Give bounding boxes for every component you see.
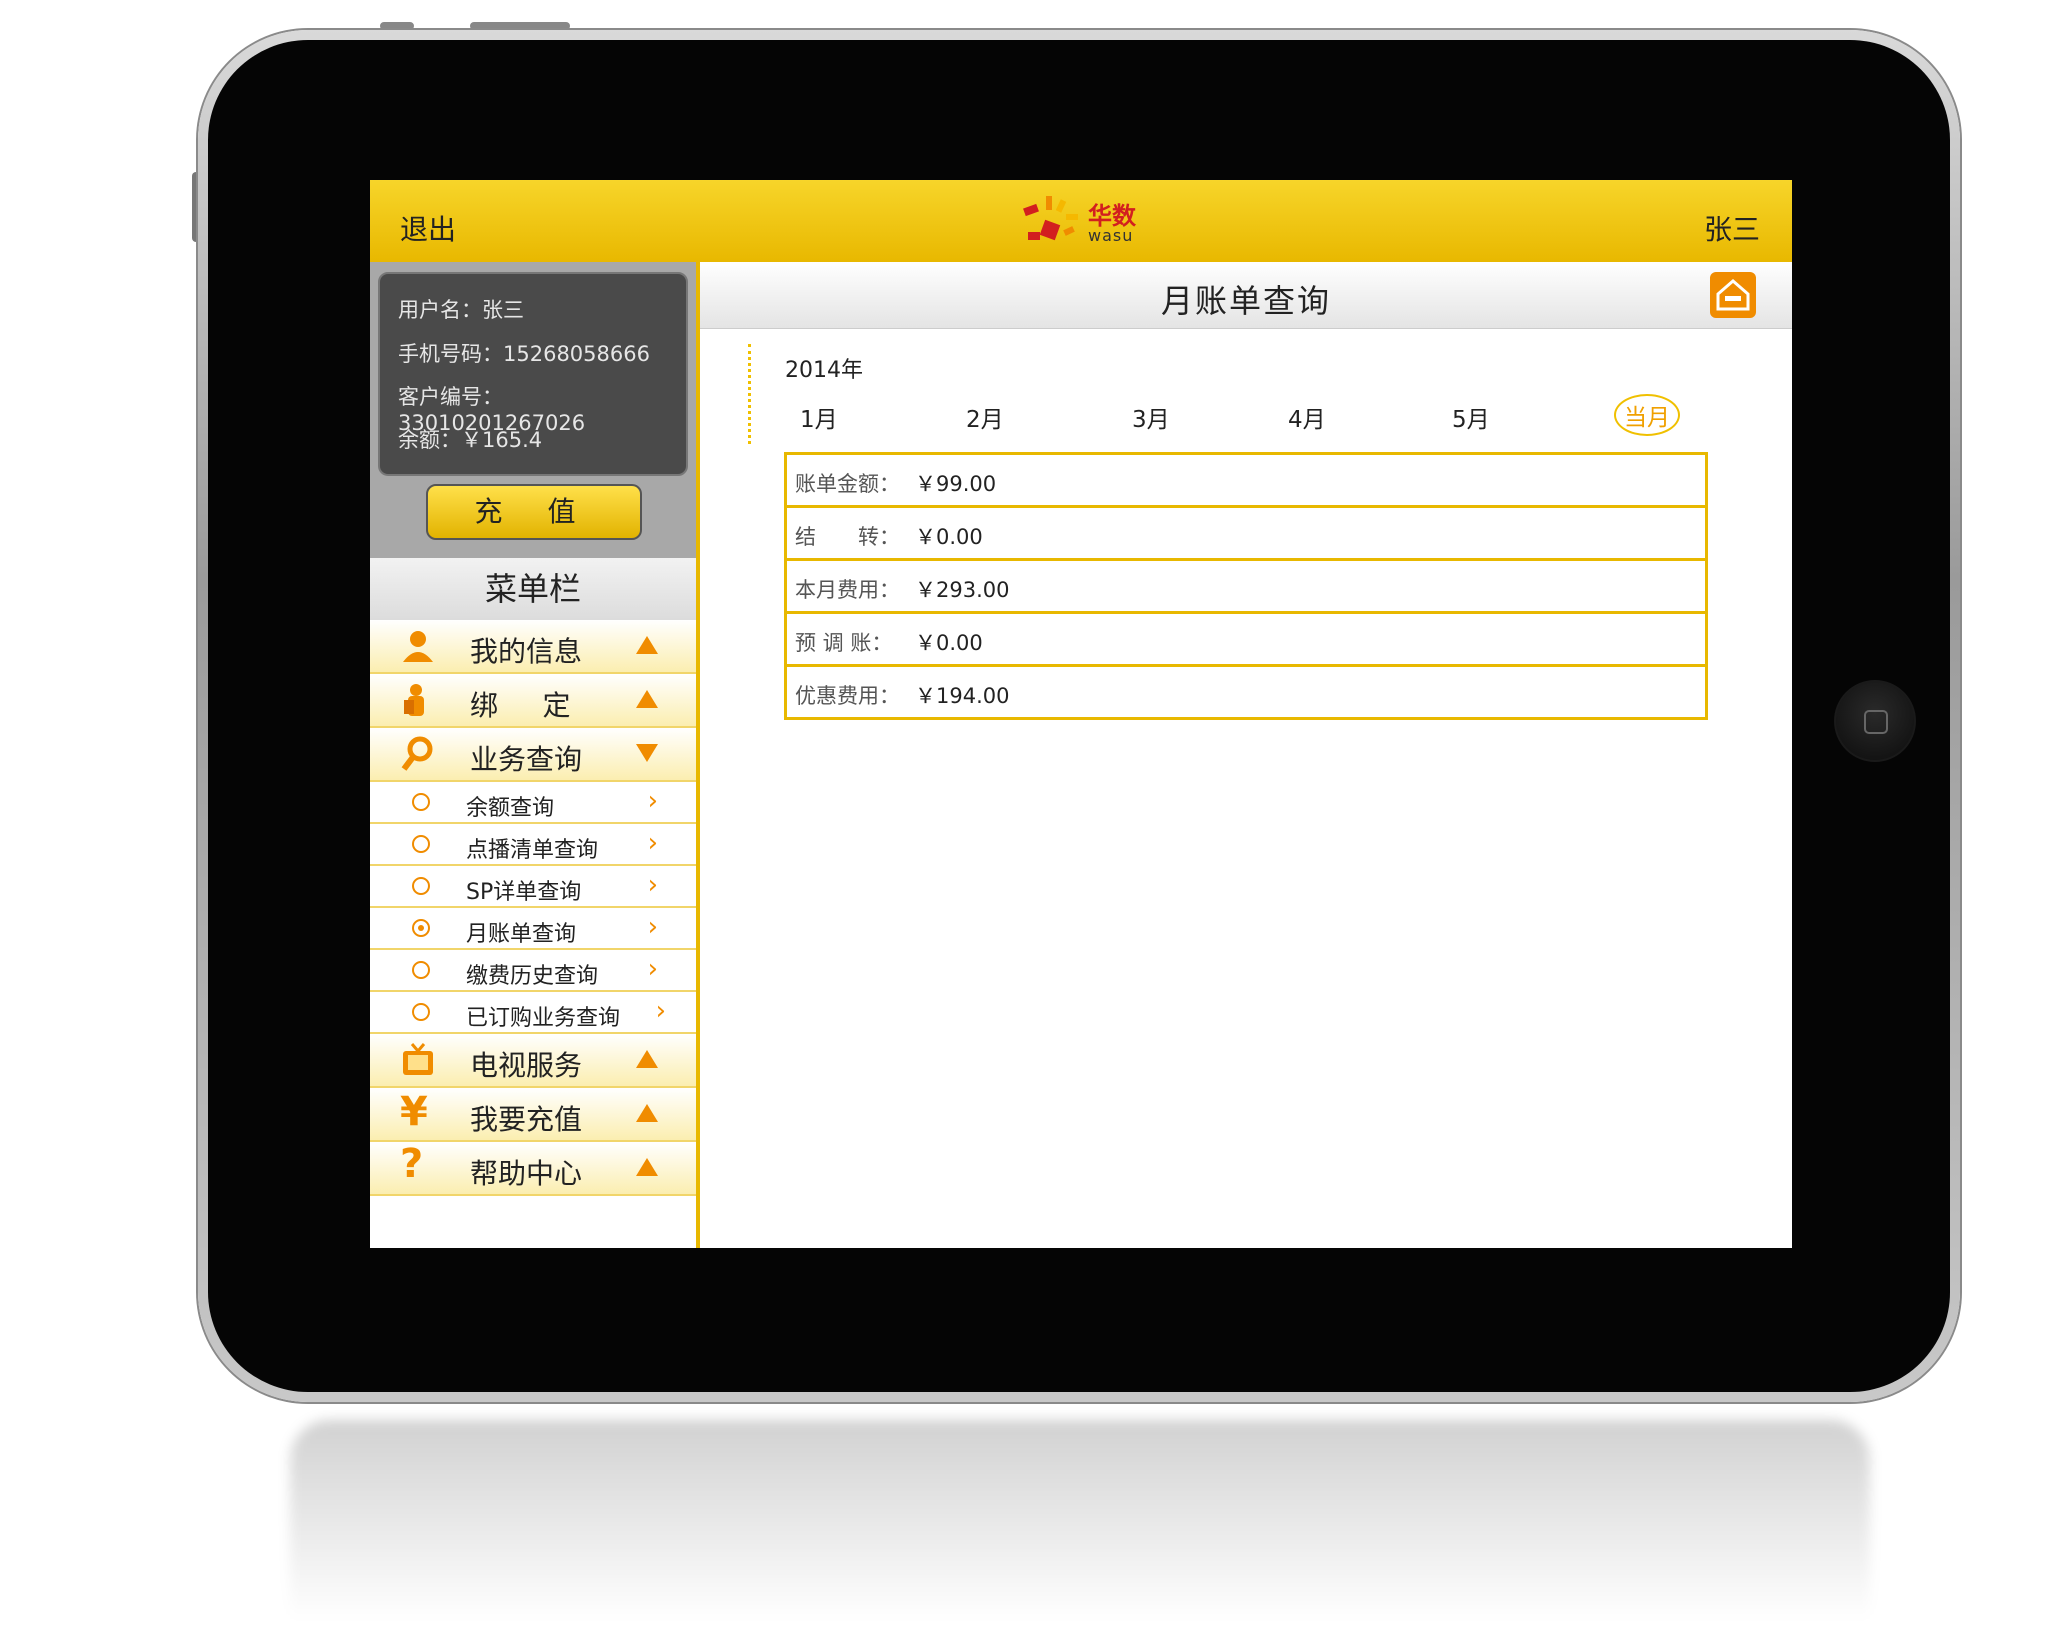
- sidebar: 用户名：张三 手机号码：15268058666 客户编号：33010201267…: [370, 262, 700, 1248]
- bill-row-value: ￥0.00: [915, 525, 983, 549]
- menu-title: 菜单栏: [370, 558, 696, 620]
- chevron-right-icon: ›: [647, 870, 658, 900]
- collapse-arrow-icon: [636, 636, 658, 654]
- bill-row-value: ￥293.00: [915, 578, 1010, 602]
- bill-row-value: ￥0.00: [915, 631, 983, 655]
- exit-button[interactable]: 退出: [400, 208, 456, 248]
- collapse-arrow-icon: [636, 1104, 658, 1122]
- chevron-right-icon: ›: [647, 954, 658, 984]
- radio-icon: [412, 961, 430, 979]
- bill-row-key: 预 调 账：: [795, 631, 893, 655]
- user-icon: [403, 631, 433, 662]
- submenu-balance-query[interactable]: 余额查询 ›: [370, 782, 696, 824]
- submenu-label: 月账单查询: [466, 922, 577, 947]
- bind-icon: [404, 684, 424, 716]
- tv-icon: [403, 1043, 433, 1075]
- top-bar: 退出 华数 wasu 张三: [370, 180, 1792, 262]
- month-tab-3[interactable]: 3月: [1132, 400, 1170, 434]
- home-icon[interactable]: [1710, 272, 1756, 318]
- menu-item-recharge[interactable]: ¥ 我要充值: [370, 1088, 696, 1142]
- radio-icon: [412, 877, 430, 895]
- expand-arrow-icon: [636, 744, 658, 762]
- radio-selected-icon: [412, 919, 430, 937]
- month-tab-1[interactable]: 1月: [800, 400, 838, 434]
- yen-icon: ¥: [400, 1089, 428, 1135]
- brand-logo: 华数 wasu: [1020, 192, 1150, 252]
- radio-icon: [412, 835, 430, 853]
- device-home-button[interactable]: [1834, 680, 1916, 762]
- submenu-monthly-bill-query[interactable]: 月账单查询 ›: [370, 908, 696, 950]
- bill-row-pre-adjustment: 预 调 账： ￥0.00: [787, 614, 1705, 667]
- menu-item-tv-service[interactable]: 电视服务: [370, 1034, 696, 1088]
- month-tab-5[interactable]: 5月: [1452, 400, 1490, 434]
- menu-item-label: 电视服务: [470, 1049, 583, 1082]
- bill-row-monthly-fee: 本月费用： ￥293.00: [787, 561, 1705, 614]
- chevron-right-icon: ›: [647, 912, 658, 942]
- month-tab-4[interactable]: 4月: [1288, 400, 1326, 434]
- menu-item-business-query[interactable]: 业务查询: [370, 728, 696, 782]
- submenu-label: 已订购业务查询: [466, 1006, 621, 1031]
- help-icon: ?: [400, 1141, 424, 1187]
- menu-item-my-info[interactable]: 我的信息: [370, 620, 696, 674]
- bill-row-key: 账单金额：: [795, 472, 900, 496]
- logo-text-en: wasu: [1088, 226, 1134, 245]
- month-tab-current[interactable]: 当月: [1614, 394, 1680, 436]
- chevron-right-icon: ›: [647, 786, 658, 816]
- submenu-sp-detail-query[interactable]: SP详单查询 ›: [370, 866, 696, 908]
- bill-table: 账单金额： ￥99.00 结 转： ￥0.00 本月费用： ￥293.00 预 …: [784, 452, 1708, 720]
- submenu-vod-list-query[interactable]: 点播清单查询 ›: [370, 824, 696, 866]
- bill-row-key: 本月费用：: [795, 578, 900, 602]
- menu-item-label: 业务查询: [470, 743, 583, 776]
- page-title: 月账单查询: [1160, 282, 1331, 320]
- submenu-label: 余额查询: [466, 796, 555, 821]
- chevron-right-icon: ›: [647, 828, 658, 858]
- menu-item-label: 帮助中心: [470, 1157, 583, 1190]
- bill-row-key: 结 转：: [795, 525, 900, 549]
- menu-item-label: 绑 定: [470, 689, 571, 722]
- device-volume-button: [470, 22, 570, 30]
- page-title-bar: 月账单查询: [700, 262, 1792, 329]
- collapse-arrow-icon: [636, 1050, 658, 1068]
- menu-item-label: 我的信息: [470, 635, 583, 668]
- collapse-arrow-icon: [636, 690, 658, 708]
- year-label: 2014年: [785, 358, 863, 383]
- menu-item-help-center[interactable]: ? 帮助中心: [370, 1142, 696, 1196]
- bill-row-amount: 账单金额： ￥99.00: [787, 455, 1705, 508]
- menu-item-bind[interactable]: 绑 定: [370, 674, 696, 728]
- submenu-label: 点播清单查询: [466, 838, 599, 863]
- recharge-button[interactable]: 充 值: [426, 484, 642, 540]
- radio-icon: [412, 793, 430, 811]
- logo-burst-icon: [1023, 196, 1078, 241]
- bill-row-discount: 优惠费用： ￥194.00: [787, 667, 1705, 717]
- bill-row-key: 优惠费用：: [795, 684, 900, 708]
- submenu-label: SP详单查询: [466, 880, 582, 905]
- username-line: 用户名：张三: [398, 298, 524, 322]
- bill-row-value: ￥99.00: [915, 472, 997, 496]
- app-screen: 退出 华数 wasu 张三 用户名：张三 手机号码：15268058666 客户…: [370, 180, 1792, 1248]
- menu-item-label: 我要充值: [470, 1103, 583, 1136]
- balance-line: 余额：￥165.4: [398, 428, 543, 452]
- month-tab-2[interactable]: 2月: [966, 400, 1004, 434]
- phone-line: 手机号码：15268058666: [398, 342, 650, 366]
- bill-row-carryover: 结 转： ￥0.00: [787, 508, 1705, 561]
- radio-icon: [412, 1003, 430, 1021]
- current-user-name[interactable]: 张三: [1704, 208, 1760, 248]
- device-top-button: [380, 22, 414, 30]
- device-reflection: [290, 1420, 1870, 1620]
- account-info-box: 用户名：张三 手机号码：15268058666 客户编号：33010201267…: [378, 272, 688, 476]
- timeline-divider: [748, 344, 751, 444]
- collapse-arrow-icon: [636, 1158, 658, 1176]
- submenu-subscribed-services-query[interactable]: 已订购业务查询 ›: [370, 992, 696, 1034]
- submenu-payment-history-query[interactable]: 缴费历史查询 ›: [370, 950, 696, 992]
- chevron-right-icon: ›: [655, 996, 666, 1026]
- submenu-label: 缴费历史查询: [466, 964, 599, 989]
- main-content: 月账单查询 2014年 1月 2月 3月 4月 5月 当月 账单金额： ￥99.…: [700, 262, 1792, 1248]
- search-icon: [401, 736, 433, 771]
- bill-row-value: ￥194.00: [915, 684, 1010, 708]
